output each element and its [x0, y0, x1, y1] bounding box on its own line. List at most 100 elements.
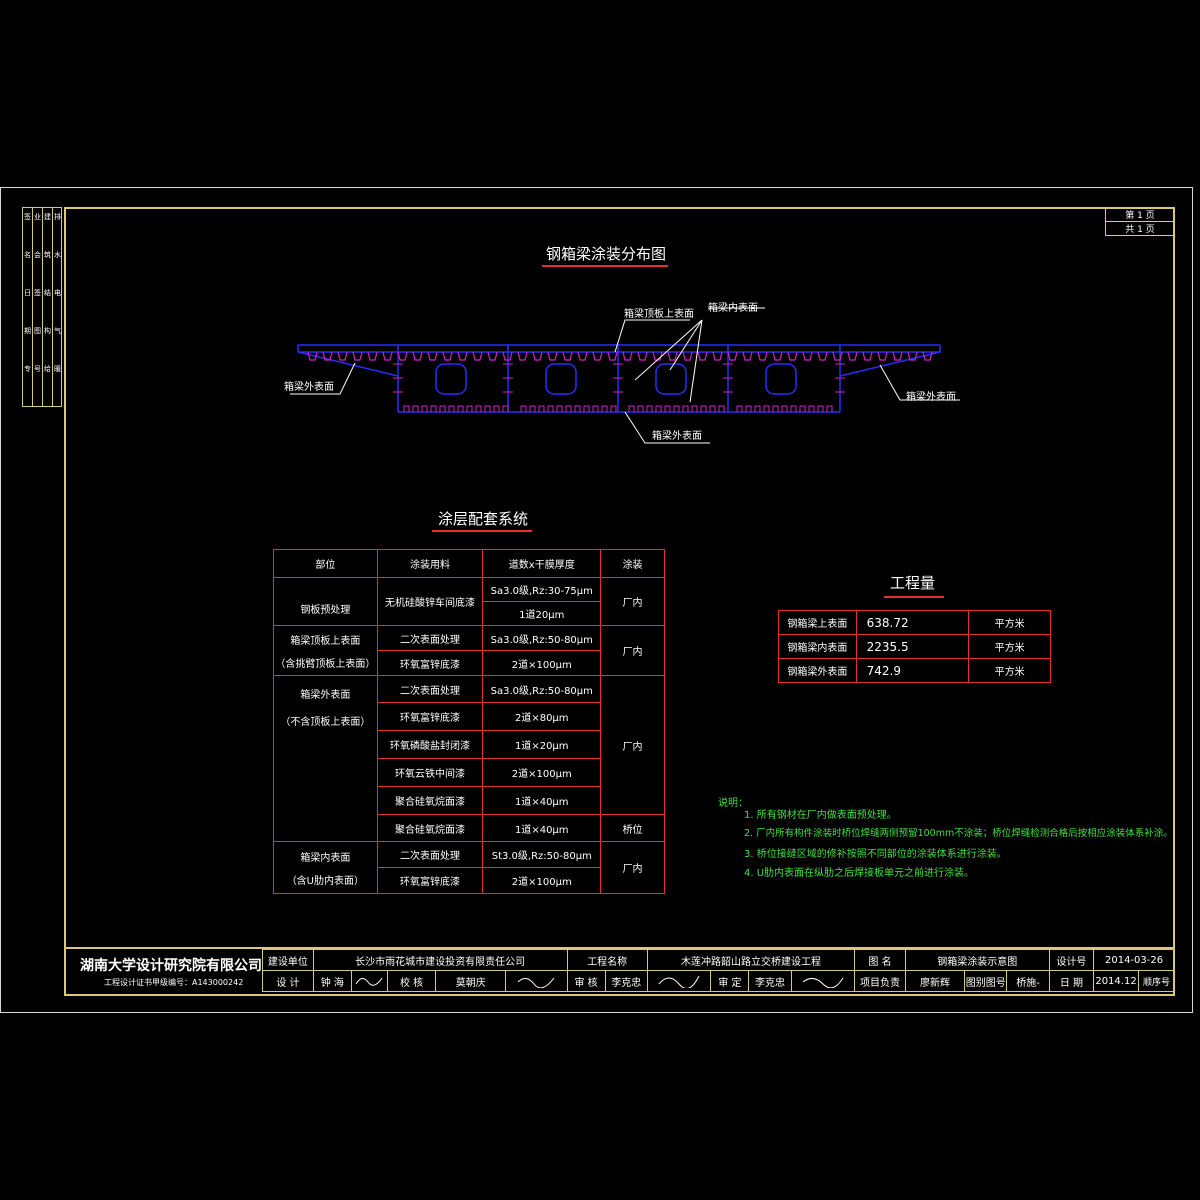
u-rib [817, 351, 828, 361]
left-strip-label: 专 [24, 365, 31, 373]
quantity-item: 钢箱梁上表面 [778, 610, 857, 635]
drawing-name-label: 图 名 [854, 949, 906, 971]
material-cell: 聚合硅氧烷面漆 [376, 786, 484, 815]
left-strip-label: 给 [44, 365, 51, 373]
quantity-item: 钢箱梁内表面 [778, 634, 857, 659]
material-cell: 二次表面处理 [376, 841, 484, 868]
reviewer: 李克忠 [604, 970, 648, 992]
date: 2014.12 [1093, 970, 1139, 992]
seq-label: 顺序号 [1137, 970, 1176, 992]
left-strip-label: 排 [54, 213, 61, 221]
quantity-table: 钢箱梁上表面 638.72 平方米 钢箱梁内表面 2235.5 平方米 钢箱梁外… [778, 610, 1051, 683]
u-rib [697, 351, 708, 361]
u-rib [667, 351, 678, 361]
u-rib [367, 351, 378, 361]
bottom-rib [412, 405, 419, 412]
thickness-cell: 2道×100μm [482, 650, 602, 676]
drawing-name: 钢箱梁涂装示意图 [904, 949, 1050, 971]
bottom-rib [691, 405, 698, 412]
left-strip-label: 筑 [44, 251, 51, 259]
design-label: 设 计 [262, 970, 314, 992]
u-rib [607, 351, 618, 361]
u-rib [682, 351, 693, 361]
left-strip-label: 名 [24, 251, 31, 259]
left-strip-label: 气 [54, 327, 61, 335]
thickness-cell: 1道×20μm [482, 730, 602, 759]
u-rib [337, 351, 348, 361]
bottom-rib [646, 405, 653, 412]
thickness-cell: 1道×40μm [482, 786, 602, 815]
designer: 钟 海 [312, 970, 352, 992]
part-cell: 箱梁内表面 （含U肋内表面） [273, 841, 378, 894]
bottom-rib [520, 405, 527, 412]
bottom-rib [583, 405, 590, 412]
bottom-rib [430, 405, 437, 412]
left-strip-label: 号 [34, 365, 41, 373]
pm: 廖新辉 [904, 970, 966, 992]
quantity-unit: 平方米 [968, 658, 1051, 683]
coating-table: 部位 涂装用料 道数x干膜厚度 涂装 钢板预处理 无机硅酸锌车间底漆 Sa3.0… [273, 549, 665, 894]
u-rib [457, 351, 468, 361]
left-strip-divider [52, 207, 53, 407]
part-cell: 箱梁顶板上表面 （含挑臂顶板上表面） [273, 625, 378, 676]
material-cell: 环氧云铁中间漆 [376, 758, 484, 787]
bottom-rib [628, 405, 635, 412]
page-label: 第 1 页 [1105, 207, 1175, 222]
manhole [435, 363, 467, 395]
left-strip-divider [42, 207, 43, 407]
date-label: 日 期 [1048, 970, 1095, 992]
leader-inner [634, 319, 703, 381]
build-unit: 长沙市雨花城市建设投资有限责任公司 [312, 949, 568, 971]
u-rib [712, 351, 723, 361]
left-strip-label: 水 [54, 251, 61, 259]
bottom-rib [790, 405, 797, 412]
thickness-cell: 2道×80μm [482, 702, 602, 731]
material-cell: 二次表面处理 [376, 625, 484, 651]
left-strip-label: 签 [24, 213, 31, 221]
project-label: 工程名称 [566, 949, 648, 971]
bottom-rib [592, 405, 599, 412]
note-item: 1. 所有钢材在厂内做表面预处理。 [744, 810, 897, 821]
header-place: 涂装 [600, 549, 665, 578]
quantity-value: 638.72 [855, 610, 970, 635]
note-item: 3. 桥位接缝区域的修补按照不同部位的涂装体系进行涂装。 [744, 849, 1007, 860]
left-strip-label: 业 [34, 213, 41, 221]
design-no-label: 设计号 [1048, 949, 1095, 971]
thickness-cell: 2道×100μm [482, 758, 602, 787]
u-rib [802, 351, 813, 361]
bottom-rib [799, 405, 806, 412]
bottom-rib [664, 405, 671, 412]
thickness-cell: 2道×100μm [482, 867, 602, 894]
u-rib [397, 351, 408, 361]
drawing-no: 桥施- [1006, 970, 1050, 992]
bottom-rib [682, 405, 689, 412]
manhole [545, 363, 577, 395]
left-strip-label: 会 [34, 251, 41, 259]
left-strip-divider [32, 207, 33, 407]
place-cell: 厂内 [600, 625, 665, 676]
bottom-rib [403, 405, 410, 412]
quantity-unit: 平方米 [968, 610, 1051, 635]
u-rib [637, 351, 648, 361]
place-cell: 厂内 [600, 675, 665, 815]
left-strip-label: 期 [24, 327, 31, 335]
place-cell: 厂内 [600, 841, 665, 894]
material-cell: 无机硅酸锌车间底漆 [376, 577, 484, 626]
bottom-rib [448, 405, 455, 412]
bottom-rib [817, 405, 824, 412]
bottom-rib [772, 405, 779, 412]
quantity-title-underline [884, 596, 944, 598]
u-rib [877, 351, 888, 361]
header-thickness: 道数x干膜厚度 [482, 549, 602, 578]
bottom-rib [484, 405, 491, 412]
thickness-cell: 1道20μm [482, 601, 602, 626]
coating-title: 涂层配套系统 [438, 510, 529, 528]
left-strip-label: 构 [44, 327, 51, 335]
bottom-rib [439, 405, 446, 412]
label-outer-bottom: 箱梁外表面 [652, 431, 702, 442]
total-label: 共 1 页 [1105, 221, 1175, 236]
bottom-rib [826, 405, 833, 412]
bottom-rib [493, 405, 500, 412]
bottom-rib [781, 405, 788, 412]
review-label: 审 核 [566, 970, 606, 992]
